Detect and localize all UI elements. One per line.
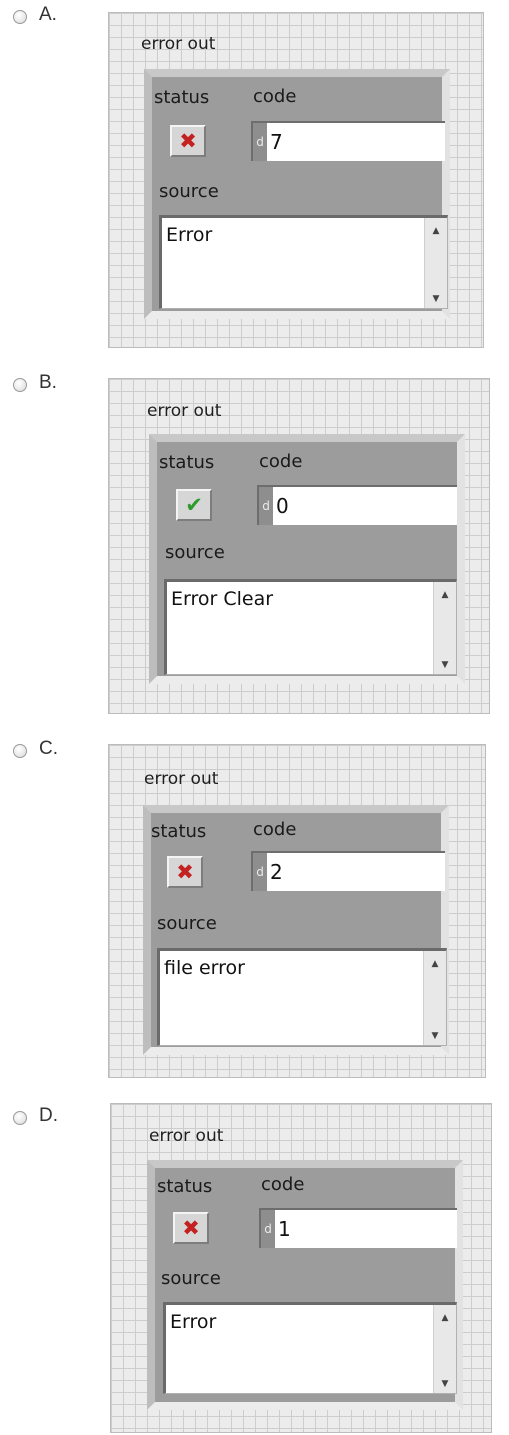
error-status-icon: ✖	[170, 125, 206, 157]
radix-indicator: d	[253, 123, 267, 161]
front-panel: error out status code ✖ d 7 source Error…	[108, 12, 484, 348]
vertical-scrollbar[interactable]: ▲ ▼	[433, 1305, 456, 1393]
status-label: status	[159, 452, 215, 473]
radio-button-a[interactable]	[13, 10, 27, 24]
source-field: Error ▲ ▼	[159, 215, 448, 309]
source-field: Error Clear ▲ ▼	[164, 579, 457, 675]
front-panel: error out status code ✖ d 1 source Error…	[110, 1103, 492, 1433]
source-field: file error ▲ ▼	[157, 948, 447, 1046]
radix-indicator: d	[259, 487, 273, 525]
radio-button-b[interactable]	[13, 378, 27, 392]
source-text: Error	[170, 1311, 217, 1333]
code-value: 1	[278, 1217, 291, 1241]
scroll-up-arrow-icon[interactable]: ▲	[424, 959, 446, 969]
radio-button-c[interactable]	[13, 744, 27, 758]
source-label: source	[157, 913, 217, 934]
error-status-icon: ✖	[173, 1212, 209, 1244]
scroll-down-arrow-icon[interactable]: ▼	[425, 294, 447, 304]
error-out-title: error out	[141, 34, 216, 54]
vertical-scrollbar[interactable]: ▲ ▼	[433, 582, 456, 674]
option-letter: C.	[39, 738, 58, 759]
scroll-up-arrow-icon[interactable]: ▲	[425, 226, 447, 236]
error-status-icon: ✖	[167, 856, 203, 888]
radio-button-d[interactable]	[13, 1111, 27, 1125]
scroll-up-arrow-icon[interactable]: ▲	[434, 1313, 456, 1323]
scroll-down-arrow-icon[interactable]: ▼	[434, 660, 456, 670]
vertical-scrollbar[interactable]: ▲ ▼	[423, 951, 446, 1045]
code-label: code	[259, 451, 303, 472]
option-letter: A.	[39, 4, 57, 25]
radix-indicator: d	[253, 853, 267, 891]
code-label: code	[261, 1174, 305, 1195]
radix-indicator: d	[261, 1210, 275, 1248]
error-cluster: status code ✖ d 2 source file error ▲ ▼	[143, 805, 449, 1055]
error-out-title: error out	[147, 401, 222, 421]
option-letter: B.	[39, 372, 57, 393]
source-text: file error	[164, 957, 245, 979]
code-field: d 0	[257, 485, 457, 525]
source-label: source	[161, 1268, 221, 1289]
source-text: Error Clear	[171, 588, 274, 610]
error-cluster: status code ✖ d 1 source Error ▲ ▼	[147, 1160, 463, 1410]
ok-status-icon: ✔	[176, 489, 212, 521]
code-value: 7	[270, 130, 283, 154]
scroll-up-arrow-icon[interactable]: ▲	[434, 590, 456, 600]
source-label: source	[159, 181, 219, 202]
code-field: d 2	[251, 851, 445, 891]
status-label: status	[151, 821, 207, 842]
front-panel: error out status code ✖ d 2 source file …	[108, 744, 486, 1078]
scroll-down-arrow-icon[interactable]: ▼	[424, 1031, 446, 1041]
error-cluster: status code ✖ d 7 source Error ▲ ▼	[144, 69, 450, 319]
code-label: code	[253, 819, 297, 840]
code-label: code	[253, 86, 297, 107]
code-value: 2	[270, 860, 283, 884]
status-label: status	[157, 1176, 213, 1197]
vertical-scrollbar[interactable]: ▲ ▼	[424, 218, 447, 308]
scroll-down-arrow-icon[interactable]: ▼	[434, 1379, 456, 1389]
error-cluster: status code ✔ d 0 source Error Clear ▲ ▼	[149, 434, 465, 684]
source-field: Error ▲ ▼	[163, 1302, 457, 1394]
code-field: d 7	[251, 121, 445, 161]
source-text: Error	[166, 224, 213, 246]
front-panel: error out status code ✔ d 0 source Error…	[108, 378, 490, 714]
code-value: 0	[276, 494, 289, 518]
error-out-title: error out	[149, 1126, 224, 1146]
status-label: status	[154, 87, 210, 108]
error-out-title: error out	[144, 769, 219, 789]
source-label: source	[165, 542, 225, 563]
option-letter: D.	[39, 1105, 58, 1126]
code-field: d 1	[259, 1208, 457, 1248]
